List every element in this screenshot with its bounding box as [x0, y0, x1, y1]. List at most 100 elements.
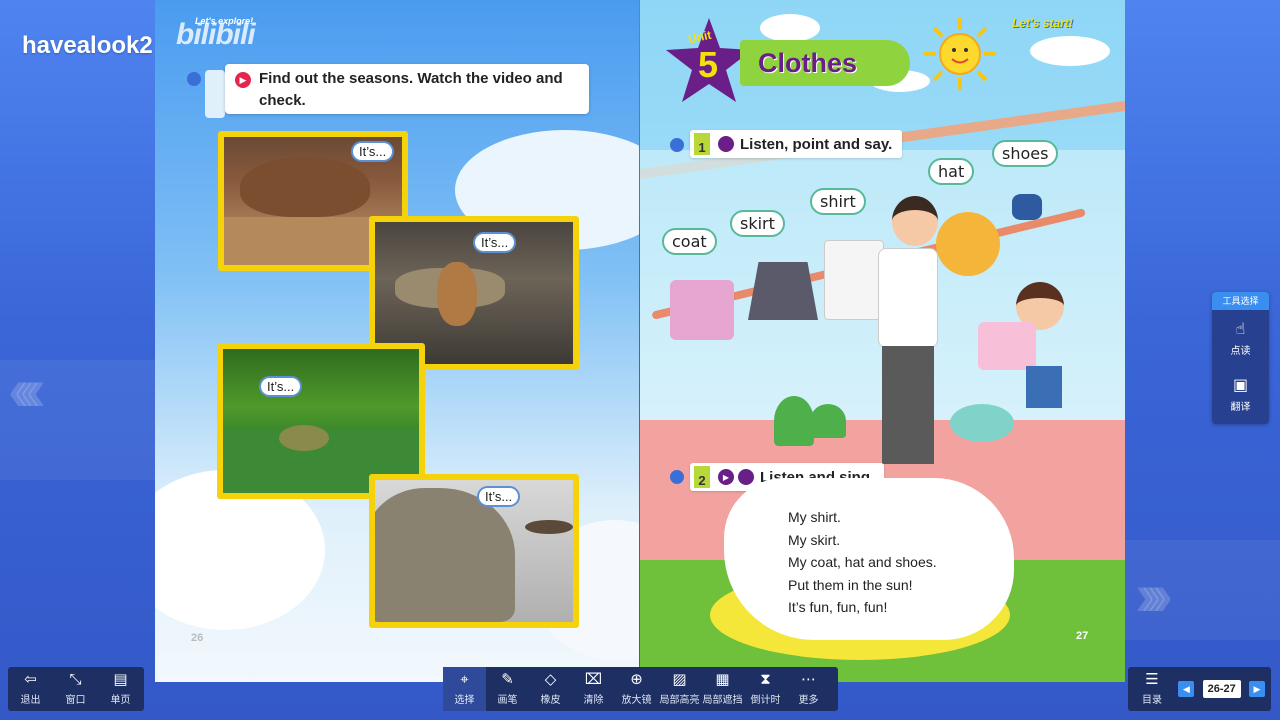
task-instruction-text: Find out the seasons. Watch the video an…: [259, 70, 563, 109]
lets-explore-label: Let's explore!: [195, 16, 254, 26]
cursor-click-icon: ⌖: [460, 671, 469, 688]
plant: [774, 396, 814, 446]
page-number-left: 26: [191, 632, 204, 644]
speech-bubble: It’s...: [477, 486, 521, 507]
word-tag-coat[interactable]: coat: [662, 228, 717, 255]
pen-icon: ✎: [501, 671, 514, 688]
clear-tool-button[interactable]: ⌧ 清除: [572, 667, 615, 711]
tool-panel-header: 工具选择: [1212, 292, 1269, 310]
student-icon: [187, 72, 201, 86]
book-page-right: Unit 5 Clothes Let's start! 1 Listen, po…: [640, 0, 1125, 682]
speech-bubble: It’s...: [259, 376, 303, 397]
mask-tool-button[interactable]: ▦ 局部遮挡: [701, 667, 744, 711]
more-tools-button[interactable]: ⋯ 更多: [787, 667, 830, 711]
more-dots-icon: ⋯: [801, 671, 816, 688]
word-tag-shoes[interactable]: shoes: [992, 140, 1059, 167]
song-line: My coat, hat and shoes.: [788, 554, 937, 570]
song-line: My shirt.: [788, 509, 841, 525]
shoes-illustration: [1012, 194, 1042, 220]
window-icon: ⤡: [69, 671, 82, 688]
word-tag-hat[interactable]: hat: [928, 158, 975, 185]
song-line: My skirt.: [788, 531, 841, 548]
toc-button[interactable]: ☰ 目录: [1134, 667, 1170, 711]
speech-bubble: It’s...: [351, 141, 395, 162]
point-read-button[interactable]: ☝ 点读: [1212, 310, 1269, 366]
man-head: [892, 196, 938, 246]
audio-icon[interactable]: [738, 469, 754, 485]
man-trousers: [882, 346, 934, 464]
watermark-text: havealook2: [22, 32, 153, 59]
hat-illustration: [936, 212, 1000, 276]
student-icon: [670, 470, 684, 484]
eraser-icon: ◇: [544, 671, 557, 688]
plant: [810, 404, 846, 438]
countdown-label: 倒计时: [750, 695, 781, 706]
list-icon: ☰: [1145, 671, 1159, 688]
translate-button[interactable]: ▣ 翻译: [1212, 366, 1269, 422]
cloud: [1030, 36, 1110, 66]
highlight-icon: ▨: [672, 671, 687, 688]
eraser-tool-button[interactable]: ◇ 橡皮: [529, 667, 572, 711]
song-lyrics: My shirt. My skirt. My coat, hat and sho…: [788, 506, 937, 619]
section-2-number: 2: [694, 466, 710, 488]
pointer-hand-icon: ☝: [1235, 321, 1246, 338]
bg-chevrons-right: ››››: [1135, 561, 1173, 628]
mask-label: 局部遮挡: [702, 695, 743, 706]
more-label: 更多: [798, 695, 819, 706]
toc-label: 目录: [1142, 695, 1162, 706]
hourglass-icon: ⧗: [760, 671, 771, 688]
eraser-label: 橡皮: [540, 695, 561, 706]
word-tag-shirt[interactable]: shirt: [810, 188, 866, 215]
word-tag-skirt[interactable]: skirt: [730, 210, 785, 237]
countdown-tool-button[interactable]: ⧗ 倒计时: [744, 667, 787, 711]
cloud: [760, 14, 820, 42]
section-1-title: Listen, point and say.: [740, 135, 893, 153]
girl-jeans: [1026, 366, 1062, 408]
next-page-button[interactable]: ▶: [1248, 681, 1265, 697]
audio-icon[interactable]: [718, 136, 734, 152]
exit-label: 退出: [20, 695, 41, 706]
single-page-button[interactable]: ▤ 单页: [98, 667, 143, 711]
single-page-icon: ▤: [113, 671, 128, 688]
unit-number: 5: [698, 44, 719, 85]
select-label: 选择: [454, 695, 475, 706]
skirt-illustration: [748, 262, 818, 320]
spotlight-tool-button[interactable]: ▨ 局部高亮: [658, 667, 701, 711]
pen-label: 画笔: [497, 695, 518, 706]
window-button[interactable]: ⤡ 窗口: [53, 667, 98, 711]
page-range-field[interactable]: 26-27: [1202, 680, 1241, 698]
unit-title: Clothes: [740, 40, 910, 86]
section-1-header: 1 Listen, point and say.: [690, 130, 903, 158]
prev-page-button[interactable]: ◀: [1178, 681, 1195, 697]
zoom-in-icon: ⊕: [630, 671, 643, 688]
single-page-label: 单页: [110, 695, 131, 706]
magnifier-tool-button[interactable]: ⊕ 放大镜: [615, 667, 658, 711]
song-line: Put them in the sun!: [788, 576, 913, 593]
speech-bubble: It’s...: [473, 232, 517, 253]
task-instruction-box: ▶ Find out the seasons. Watch the video …: [225, 64, 589, 114]
student-icon: [670, 138, 684, 152]
video-play-icon[interactable]: ▶: [718, 469, 734, 485]
book-page-left: bilibili Let's explore! ▶ Find out the s…: [155, 0, 639, 682]
sun-icon: [924, 18, 996, 90]
center-toolbar: ⌖ 选择 ✎ 画笔 ◇ 橡皮 ⌧ 清除 ⊕ 放大镜 ▨ 局部高亮 ▦ 局部遮挡 …: [443, 667, 838, 711]
mask-icon: ▦: [715, 671, 730, 688]
exit-button[interactable]: ⇦ 退出: [8, 667, 53, 711]
pen-tool-button[interactable]: ✎ 画笔: [486, 667, 529, 711]
tab-flag: [205, 70, 225, 118]
clear-label: 清除: [583, 695, 604, 706]
tool-selection-panel: 工具选择 ☝ 点读 ▣ 翻译: [1212, 292, 1269, 424]
shirt-illustration: [824, 240, 884, 320]
left-toolbar: ⇦ 退出 ⤡ 窗口 ▤ 单页: [8, 667, 144, 711]
laundry-basin: [950, 404, 1014, 442]
select-tool-button[interactable]: ⌖ 选择: [443, 667, 486, 711]
translate-label: 翻译: [1230, 402, 1251, 413]
photo-swallow-nest: [369, 474, 579, 628]
spotlight-label: 局部高亮: [659, 695, 700, 706]
right-toolbar: ☰ 目录 ◀ 26-27 ▶: [1128, 667, 1271, 711]
coat-illustration: [670, 280, 734, 340]
video-play-icon[interactable]: ▶: [235, 72, 251, 88]
exit-icon: ⇦: [24, 671, 37, 688]
section-1-number: 1: [694, 133, 710, 155]
point-read-label: 点读: [1230, 346, 1251, 357]
